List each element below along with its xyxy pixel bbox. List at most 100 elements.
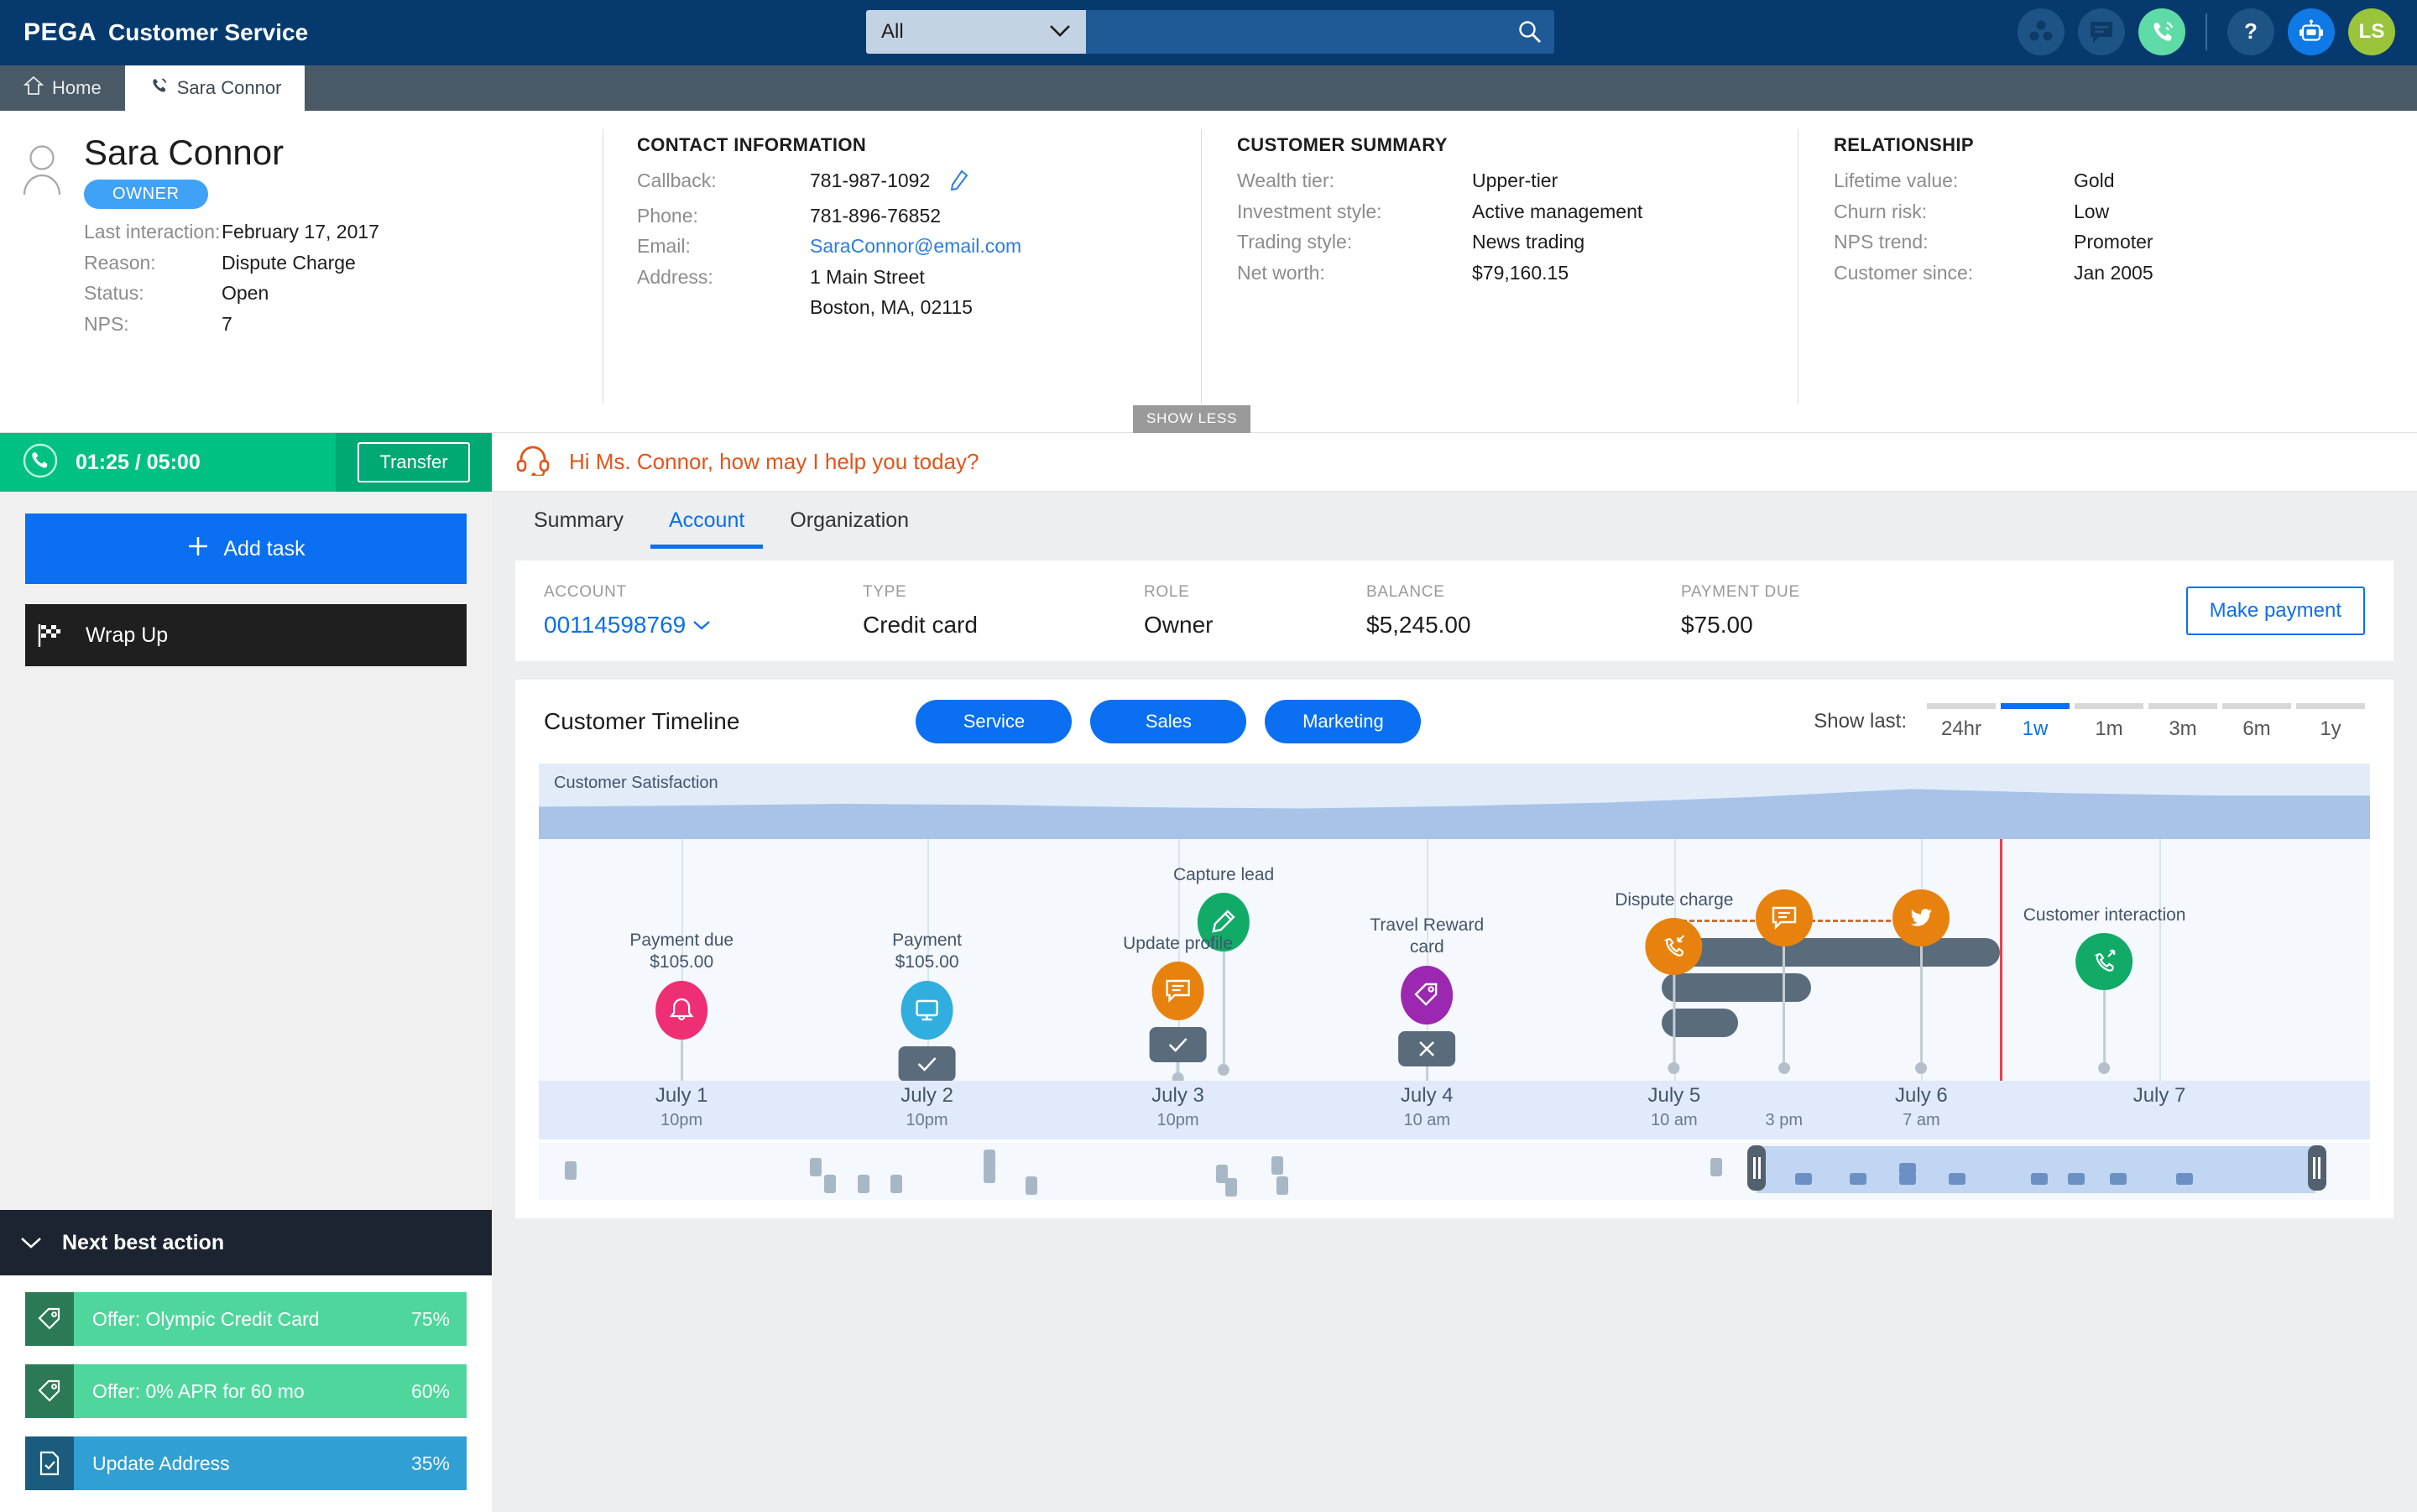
scrubber-event-mark-selected — [1899, 1163, 1916, 1175]
list-item-label: Update Address — [74, 1452, 411, 1475]
field-value: Dispute Charge — [222, 252, 356, 275]
axis-day-label: July 2 — [901, 1084, 953, 1108]
chevron-down-icon — [20, 1231, 42, 1255]
timeline-event[interactable]: Dispute charge — [1615, 889, 1733, 1074]
range-bar — [2075, 703, 2143, 709]
timeline-event[interactable]: Update profile — [1123, 933, 1233, 1084]
show-less-button[interactable]: SHOW LESS — [1133, 405, 1250, 433]
account-role-value: Owner — [1144, 612, 1366, 639]
event-status-check — [899, 1046, 956, 1082]
bell-icon[interactable] — [655, 981, 707, 1040]
robot-assistant-icon[interactable] — [2288, 8, 2335, 55]
account-balance-cell: BALANCE $5,245.00 — [1366, 583, 1681, 639]
field-row: NPS trend: Promoter — [1834, 231, 2417, 254]
transfer-button[interactable]: Transfer — [358, 442, 469, 482]
field-value: Jan 2005 — [2074, 262, 2153, 285]
section-title: RELATIONSHIP — [1834, 134, 2417, 156]
status-badge: OWNER — [84, 180, 208, 209]
customer-summary-section: CUSTOMER SUMMARY Wealth tier: Upper-tier… — [1202, 111, 1798, 432]
scrubber-handle-left[interactable] — [1747, 1145, 1766, 1191]
twitter-icon[interactable] — [1892, 889, 1950, 946]
event-stem — [681, 1040, 683, 1087]
field-value: News trading — [1472, 231, 1584, 254]
tab-summary[interactable]: Summary — [515, 508, 642, 549]
window-tab-bar: Home Sara Connor — [0, 65, 2417, 111]
account-type-cell: TYPE Credit card — [863, 583, 1144, 639]
edit-pencil-icon[interactable] — [948, 169, 968, 197]
timeline-event[interactable] — [1892, 889, 1950, 1074]
range-24hr[interactable]: 24hr — [1927, 703, 1996, 741]
axis-tick: July 110pm — [655, 1084, 708, 1130]
timeline-event[interactable]: Travel Reward card — [1370, 915, 1484, 1098]
greeting-bar: Hi Ms. Connor, how may I help you today? — [492, 433, 2417, 492]
range-1m[interactable]: 1m — [2075, 703, 2143, 741]
email-link[interactable]: SaraConnor@email.com — [810, 235, 1021, 258]
phone-out-icon[interactable] — [2076, 933, 2133, 990]
headset-icon — [515, 444, 551, 480]
filter-sales-button[interactable]: Sales — [1090, 700, 1246, 743]
timeline-event[interactable]: Payment $105.00 — [892, 930, 962, 1103]
column-header: ROLE — [1144, 583, 1366, 602]
tag-icon[interactable] — [1401, 966, 1453, 1025]
tab-sara-connor-label: Sara Connor — [177, 77, 282, 99]
search-input[interactable] — [1086, 10, 1554, 54]
tag-icon — [25, 1364, 74, 1418]
global-search: All — [866, 10, 1554, 54]
field-value: Active management — [1472, 201, 1642, 224]
range-label: 3m — [2148, 717, 2217, 741]
axis-tick: July 310pm — [1151, 1084, 1204, 1130]
field-row: Trading style: News trading — [1237, 231, 1798, 254]
account-number-link[interactable]: 00114598769 — [544, 612, 863, 639]
list-item[interactable]: Update Address 35% — [25, 1436, 467, 1490]
tab-sara-connor[interactable]: Sara Connor — [125, 65, 305, 111]
list-item[interactable]: Offer: 0% APR for 60 mo 60% — [25, 1364, 467, 1418]
help-icon[interactable]: ? — [2227, 8, 2274, 55]
scrubber-window[interactable] — [1757, 1146, 2315, 1193]
scrubber-handle-right[interactable] — [2308, 1145, 2326, 1191]
chat-icon[interactable] — [2078, 8, 2125, 55]
main-body: 01:25 / 05:00 Transfer Add task Wrap U — [0, 433, 2417, 1512]
wrap-up-item[interactable]: Wrap Up — [25, 604, 467, 666]
add-task-button[interactable]: Add task — [25, 514, 467, 584]
chevron-down-icon — [692, 612, 711, 638]
monitor-icon[interactable] — [901, 981, 953, 1040]
axis-tick: July 67 am — [1895, 1084, 1948, 1130]
search-icon[interactable] — [1517, 19, 1543, 44]
list-item-percent: 35% — [411, 1452, 467, 1475]
tab-home[interactable]: Home — [0, 65, 125, 111]
field-value: 7 — [222, 313, 232, 336]
speech-icon[interactable] — [1152, 962, 1204, 1020]
community-icon[interactable] — [2018, 8, 2065, 55]
range-3m[interactable]: 3m — [2148, 703, 2217, 741]
phone-active-icon[interactable] — [2138, 8, 2185, 55]
list-item[interactable]: Offer: Olympic Credit Card 75% — [25, 1292, 467, 1346]
field-value: February 17, 2017 — [222, 221, 379, 244]
filter-service-button[interactable]: Service — [916, 700, 1072, 743]
make-payment-button[interactable]: Make payment — [2186, 587, 2365, 635]
tab-account[interactable]: Account — [650, 508, 763, 549]
field-key — [637, 296, 810, 320]
range-1w[interactable]: 1w — [2001, 703, 2070, 741]
timeline-event[interactable]: Payment due $105.00 — [629, 930, 733, 1098]
scrubber-event-mark-selected — [1850, 1173, 1866, 1185]
field-value: Low — [2074, 201, 2109, 224]
timeline-scrubber[interactable] — [539, 1143, 2370, 1200]
main-content: Hi Ms. Connor, how may I help you today?… — [492, 433, 2417, 1512]
range-1y[interactable]: 1y — [2296, 703, 2365, 741]
range-6m[interactable]: 6m — [2222, 703, 2291, 741]
axis-time-label: 3 pm — [1766, 1111, 1803, 1130]
next-best-action-panel: Next best action Offer: Olympic Credit C… — [0, 1210, 492, 1512]
avatar[interactable]: LS — [2348, 8, 2395, 55]
filter-marketing-button[interactable]: Marketing — [1265, 700, 1421, 743]
tab-organization[interactable]: Organization — [771, 508, 927, 549]
document-check-icon — [25, 1436, 74, 1490]
phone-in-icon[interactable] — [1646, 918, 1703, 975]
timeline-event[interactable]: Customer interaction — [2023, 905, 2186, 1074]
timeline-event-label: Payment $105.00 — [892, 930, 962, 974]
timeline-event[interactable] — [1756, 889, 1813, 1074]
next-best-action-header[interactable]: Next best action — [0, 1210, 492, 1275]
axis-tick: July 7 — [2133, 1084, 2186, 1108]
axis-time-label: 10pm — [901, 1111, 953, 1130]
search-scope-select[interactable]: All — [866, 10, 1086, 54]
speech-icon[interactable] — [1756, 889, 1813, 946]
